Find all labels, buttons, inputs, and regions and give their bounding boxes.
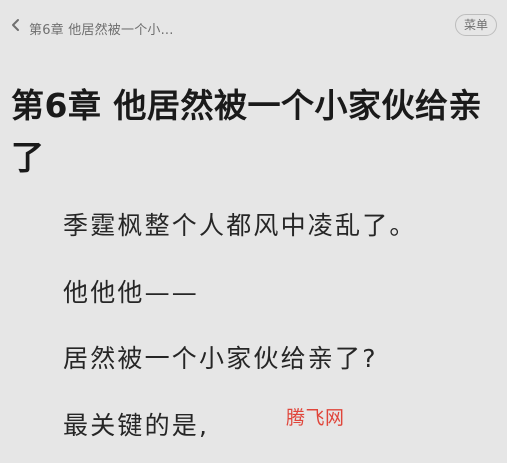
chapter-title: 第6章 他居然被一个小家伙给亲了 [11,86,482,177]
watermark-logo: 腾飞网 [286,407,345,429]
chevron-left-icon[interactable] [10,17,22,33]
paragraph: 居然被一个小家伙给亲了? [63,344,378,373]
paragraph: 最关键的是, [63,411,210,440]
reader-top-bar: 第6章 他居然被一个小... 菜单 [0,0,507,52]
paragraph: 季霆枫整个人都风中凌乱了。 [63,211,417,240]
breadcrumb[interactable]: 第6章 他居然被一个小... [29,19,174,38]
menu-button[interactable]: 菜单 [454,14,497,36]
paragraph: 他他他—— [63,278,200,307]
